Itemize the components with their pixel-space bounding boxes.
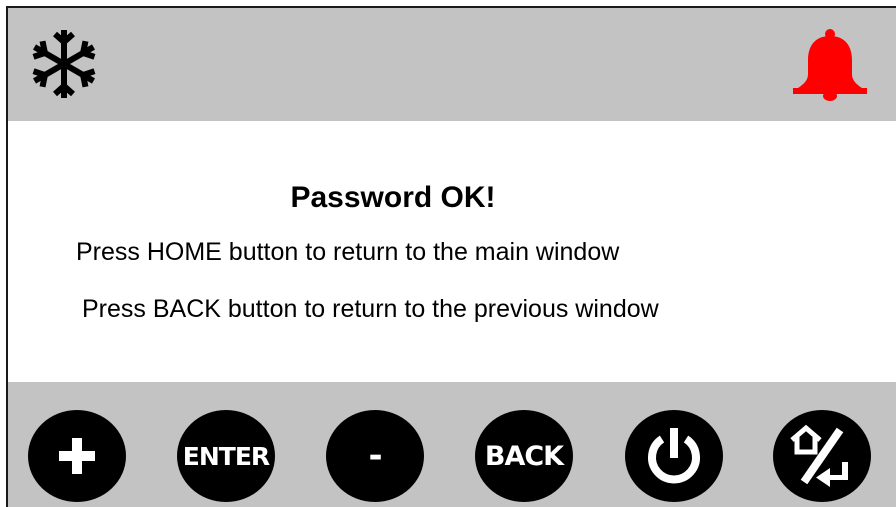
back-label: BACK	[484, 440, 564, 472]
enter-button[interactable]: ENTER	[177, 410, 275, 502]
minus-label: -	[368, 436, 382, 476]
status-bar	[8, 8, 896, 121]
button-bar: ENTER - BACK	[8, 382, 896, 507]
enter-label: ENTER	[182, 441, 270, 471]
power-icon	[648, 428, 700, 484]
plus-button[interactable]	[28, 410, 126, 502]
plus-icon	[59, 438, 95, 474]
device-screen: Password OK! Press HOME button to return…	[6, 6, 896, 507]
power-button[interactable]	[625, 410, 723, 502]
message-title: Password OK!	[290, 181, 496, 214]
message-panel: Password OK! Press HOME button to return…	[8, 121, 896, 382]
bell-icon	[793, 29, 867, 101]
minus-button[interactable]: -	[326, 410, 424, 502]
home-back-button[interactable]	[773, 410, 871, 502]
home-back-icon	[790, 424, 848, 487]
home-instruction: Press HOME button to return to the main …	[76, 238, 620, 266]
back-button[interactable]: BACK	[475, 410, 573, 502]
back-instruction: Press BACK button to return to the previ…	[82, 295, 659, 323]
snowflake-icon	[32, 30, 96, 98]
